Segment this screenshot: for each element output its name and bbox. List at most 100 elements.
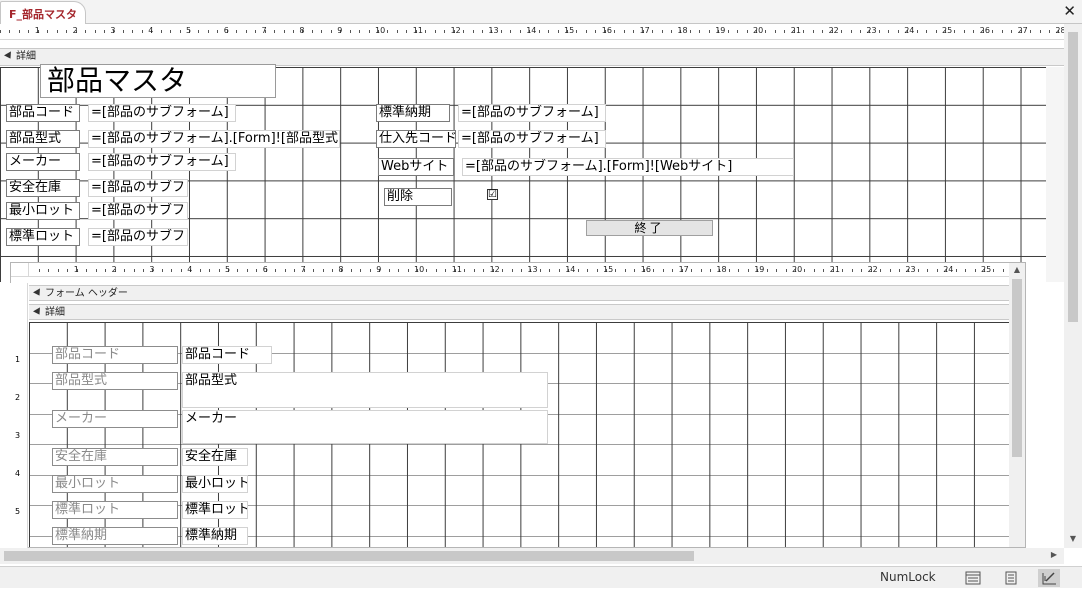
ruler-number: 8 [299,26,305,35]
ruler-tick [292,30,294,33]
textbox-part-code[interactable]: =[部品のサブフォーム] [88,104,236,122]
ruler-number: 13 [488,26,499,35]
ruler-number: 10 [414,265,425,274]
ruler-tick [330,30,332,33]
ruler-tick [47,30,49,33]
ruler-number: 7 [300,265,306,274]
sub-textbox-part-model[interactable]: 部品型式 [182,372,548,408]
label-standard-lot[interactable]: 標準ロット [6,228,80,246]
ruler-tick [850,30,852,33]
ruler-tick [898,269,900,272]
sub-label-min-lot[interactable]: 最小ロット [52,475,178,493]
ruler-tick [103,30,105,33]
main-vertical-scrollbar[interactable]: ▼ [1064,24,1082,548]
close-icon[interactable]: ✕ [1063,2,1076,20]
textbox-maker[interactable]: =[部品のサブフォーム] [88,153,236,171]
form-view-icon[interactable] [962,569,984,587]
ruler-tick [511,269,513,272]
design-view-icon[interactable] [1038,569,1060,587]
delete-checkbox[interactable]: ☑ [487,189,498,200]
subform-section-bar-header[interactable]: フォーム ヘッダー [29,285,1009,301]
textbox-standard-lot[interactable]: =[部品のサブフ [88,228,188,246]
label-maker[interactable]: メーカー [6,153,80,171]
ruler-tick [180,269,182,272]
ruler-tick [652,30,654,33]
numlock-indicator: NumLock [880,570,936,584]
scrollbar-thumb[interactable] [4,551,694,561]
form-title[interactable]: 部品マスタ [40,64,276,98]
ruler-tick [0,30,1,33]
label-website[interactable]: Webサイト [378,158,454,176]
sub-textbox-safety-stock[interactable]: 安全在庫 [182,448,248,466]
ruler-number: 16 [640,265,651,274]
textbox-part-model[interactable]: =[部品のサブフォーム].[Form]![部品型式 [88,130,340,148]
textbox-standard-leadtime[interactable]: =[部品のサブフォーム] [458,104,606,122]
scroll-right-icon[interactable]: ▶ [1046,548,1062,564]
ruler-tick [813,269,815,272]
ruler-tick [842,269,844,272]
ruler-tick [132,30,134,33]
ruler-tick [9,30,11,33]
scroll-down-icon[interactable]: ▼ [1064,532,1082,546]
ruler-tick [360,269,362,272]
label-supplier-code[interactable]: 仕入先コード [376,130,456,148]
sub-label-standard-leadtime[interactable]: 標準納期 [52,527,178,545]
sub-label-safety-stock[interactable]: 安全在庫 [52,448,178,466]
ruler-tick [708,30,710,33]
ruler-tick [699,30,701,33]
scrollbar-thumb[interactable] [1068,32,1078,322]
ruler-tick [548,30,550,33]
sub-label-maker[interactable]: メーカー [52,410,178,428]
main-horizontal-scrollbar[interactable]: ▶ [0,548,1064,564]
ruler-tick [776,269,778,272]
document-tab[interactable]: F_部品マスタ [0,1,86,24]
ruler-tick [246,269,248,272]
ruler-number: 10 [375,26,386,35]
ruler-tick [444,30,446,33]
label-part-model[interactable]: 部品型式 [6,130,80,148]
ruler-number: 5 [225,265,231,274]
label-delete[interactable]: 削除 [384,188,452,206]
label-min-lot[interactable]: 最小ロット [6,202,80,220]
sub-textbox-part-code[interactable]: 部品コード [182,346,272,364]
scrollbar-thumb[interactable] [1012,279,1022,457]
exit-button[interactable]: 終了 [586,220,713,236]
sub-label-part-code[interactable]: 部品コード [52,346,178,364]
scroll-up-icon[interactable]: ▲ [1009,263,1025,277]
ruler-number: 20 [753,26,764,35]
ruler-tick [897,30,899,33]
textbox-safety-stock[interactable]: =[部品のサブフ [88,179,188,197]
sub-label-part-model[interactable]: 部品型式 [52,372,178,390]
ruler-tick [66,30,68,33]
ruler-number: 23 [866,26,877,35]
sub-textbox-min-lot[interactable]: 最小ロット [182,475,248,493]
ruler-tick [481,30,483,33]
ruler-tick [426,269,428,272]
textbox-supplier-code[interactable]: =[部品のサブフォーム] [458,130,606,148]
label-safety-stock[interactable]: 安全在庫 [6,179,80,197]
ruler-number: 11 [412,26,423,35]
ruler-tick [822,30,824,33]
label-part-code[interactable]: 部品コード [6,104,80,122]
subform-vertical-scrollbar[interactable]: ▲ [1009,263,1025,547]
ruler-tick [179,30,181,33]
subform-ruler-corner[interactable] [11,263,29,277]
ruler-tick [350,269,352,272]
ruler-number: 22 [828,26,839,35]
ruler-tick [311,30,313,33]
sub-textbox-standard-lot[interactable]: 標準ロット [182,501,248,519]
sub-label-standard-lot[interactable]: 標準ロット [52,501,178,519]
ruler-tick [746,30,748,33]
sub-textbox-maker[interactable]: メーカー [182,410,548,444]
sub-textbox-standard-leadtime[interactable]: 標準納期 [182,527,248,545]
textbox-website[interactable]: =[部品のサブフォーム].[Form]![Webサイト] [462,158,794,176]
ruler-tick [653,269,655,272]
layout-view-icon[interactable] [1000,569,1022,587]
subform-section-bar-detail[interactable]: 詳細 [29,304,1009,320]
ruler-tick [766,269,768,272]
ruler-tick [39,269,40,272]
textbox-min-lot[interactable]: =[部品のサブフ [88,202,188,220]
label-standard-leadtime[interactable]: 標準納期 [376,104,450,122]
ruler-number: 9 [376,265,382,274]
ruler-tick [661,30,663,33]
